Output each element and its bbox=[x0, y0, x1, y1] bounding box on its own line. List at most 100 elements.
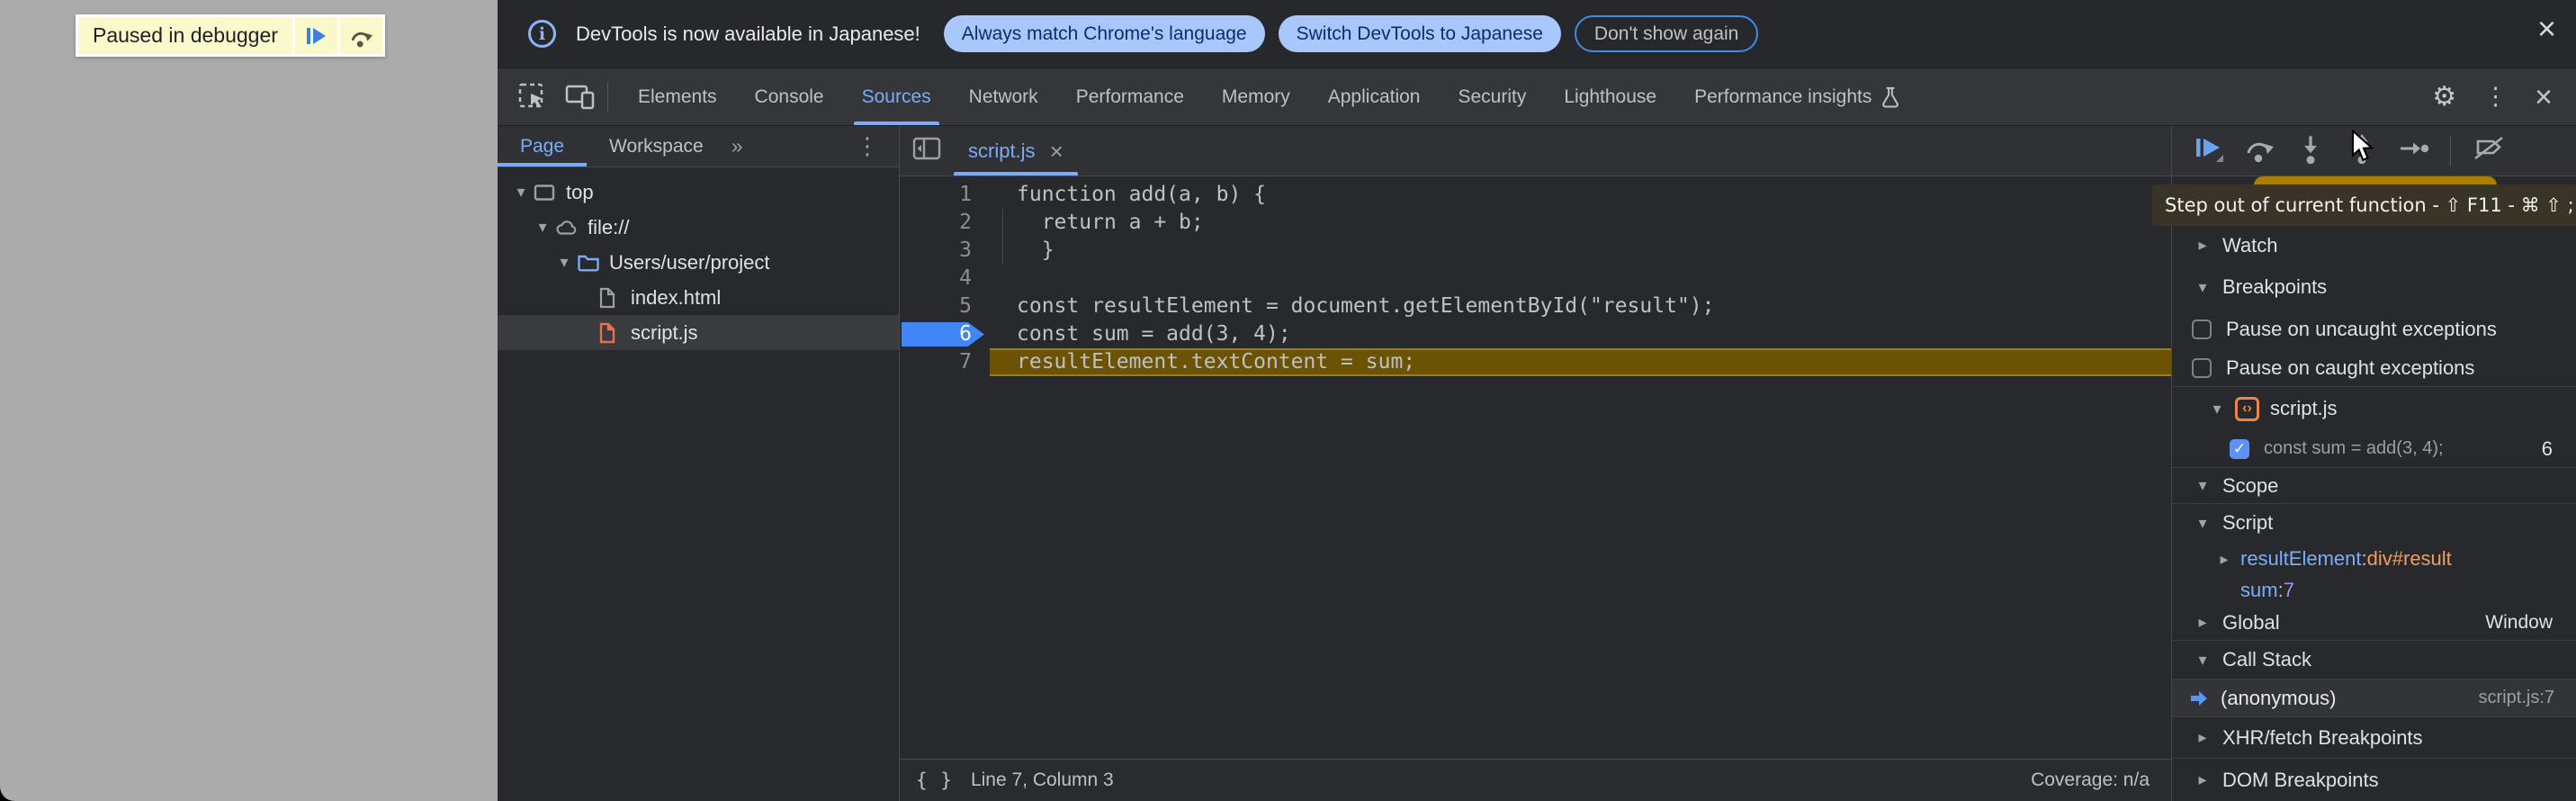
scope-section-header[interactable]: ▾ Scope bbox=[2172, 468, 2576, 504]
collapsed-arrow-icon[interactable]: ▸ bbox=[2194, 613, 2212, 632]
breakpoints-section-header[interactable]: ▾ Breakpoints bbox=[2172, 266, 2576, 309]
line-number-gutter[interactable]: 6 bbox=[900, 320, 990, 348]
line-number-gutter[interactable]: 2 bbox=[900, 209, 990, 237]
toggle-device-toolbar-button[interactable] bbox=[564, 83, 597, 112]
code-line[interactable]: 7 resultElement.textContent = sum; bbox=[900, 348, 2171, 376]
code-text: resultElement.textContent = sum; bbox=[990, 348, 1415, 376]
infobar-button[interactable]: Switch DevTools to Japanese bbox=[1279, 15, 1561, 52]
expanded-arrow-icon[interactable]: ▾ bbox=[2194, 278, 2212, 297]
more-tabs-chevron-icon[interactable]: » bbox=[732, 134, 743, 158]
pause-caught-exceptions-row[interactable]: Pause on caught exceptions bbox=[2172, 349, 2576, 387]
tree-expander-icon[interactable]: ▾ bbox=[510, 183, 532, 202]
scope-global-row[interactable]: ▸ Global Window bbox=[2172, 605, 2576, 641]
line-number-gutter[interactable]: 3 bbox=[900, 237, 990, 265]
resume-script-button[interactable] bbox=[2192, 132, 2224, 170]
pause-uncaught-checkbox[interactable] bbox=[2192, 320, 2212, 339]
infobar-button[interactable]: Always match Chrome's language bbox=[944, 15, 1265, 52]
collapsed-arrow-icon[interactable]: ▸ bbox=[2194, 728, 2212, 747]
expanded-arrow-icon[interactable]: ▾ bbox=[2194, 514, 2212, 533]
step-into-button[interactable] bbox=[2294, 132, 2327, 170]
devtools-main-toolbar: Elements Console Sources bbox=[498, 68, 2576, 126]
breakpoint-checkbox[interactable]: ✓ bbox=[2230, 439, 2249, 459]
paused-banner-label: Paused in debugger bbox=[78, 23, 292, 48]
line-number-gutter[interactable]: 1 bbox=[900, 181, 990, 209]
devtools-tab[interactable]: Lighthouse bbox=[1545, 68, 1675, 125]
collapsed-arrow-icon[interactable]: ▸ bbox=[2194, 770, 2212, 789]
inspect-element-button[interactable] bbox=[517, 82, 548, 112]
scope-variable-sum[interactable]: sum: 7 bbox=[2172, 576, 2576, 605]
paused-banner-text-cell: Paused in debugger bbox=[78, 17, 292, 54]
xhr-breakpoints-section-header[interactable]: ▸ XHR/fetch Breakpoints bbox=[2172, 717, 2576, 759]
file-tree-row[interactable]: ▾ bbox=[498, 175, 899, 210]
devtools-tab[interactable]: Console bbox=[736, 68, 843, 125]
banner-resume-button[interactable] bbox=[295, 17, 337, 54]
file-tree-label: script.js bbox=[631, 321, 698, 345]
code-text: return a + b; bbox=[990, 209, 1204, 237]
editor-tabbar: script.js × bbox=[900, 126, 2171, 176]
tab-close-icon[interactable]: × bbox=[1050, 140, 1064, 163]
pause-uncaught-exceptions-row[interactable]: Pause on uncaught exceptions bbox=[2172, 309, 2576, 349]
code-lines: 1 function add(a, b) { 2 return a + b; 3… bbox=[900, 181, 2171, 376]
devtools-tab[interactable]: Performance insights bbox=[1675, 68, 1919, 125]
deactivate-breakpoints-button[interactable] bbox=[2472, 133, 2506, 169]
global-scope-value: Window bbox=[2485, 612, 2576, 634]
settings-gear-icon[interactable]: ⚙ bbox=[2432, 84, 2456, 111]
devtools-tab[interactable]: Network bbox=[950, 68, 1057, 125]
devtools-tab[interactable]: Application bbox=[1309, 68, 1440, 125]
inspect-cursor-icon bbox=[517, 82, 548, 112]
code-line[interactable]: 4 bbox=[900, 265, 2171, 292]
dom-breakpoints-section-header[interactable]: ▸ DOM Breakpoints bbox=[2172, 759, 2576, 801]
code-line[interactable]: 6 const sum = add(3, 4); bbox=[900, 320, 2171, 348]
line-number-gutter[interactable]: 7 bbox=[900, 348, 990, 376]
breakpoint-entry-row[interactable]: ✓ const sum = add(3, 4); 6 bbox=[2172, 430, 2576, 468]
collapsed-arrow-icon[interactable]: ▸ bbox=[2194, 236, 2212, 255]
devtools-close-icon[interactable]: × bbox=[2535, 82, 2553, 112]
devtools-tab[interactable]: Memory bbox=[1203, 68, 1309, 125]
scope-script-row[interactable]: ▾ Script bbox=[2172, 504, 2576, 542]
expanded-arrow-icon[interactable]: ▾ bbox=[2208, 400, 2226, 418]
step-over-button[interactable] bbox=[2243, 132, 2275, 170]
code-line[interactable]: 5 const resultElement = document.getElem… bbox=[900, 292, 2171, 320]
line-number-gutter[interactable]: 4 bbox=[900, 265, 990, 292]
pretty-print-icon[interactable]: { } bbox=[916, 770, 953, 791]
code-line[interactable]: 3 } bbox=[900, 237, 2171, 265]
watch-section-header[interactable]: ▸ Watch bbox=[2172, 225, 2576, 266]
devtools-body: Page Workspace » ⋮ ▾ bbox=[498, 126, 2576, 801]
devtools-tab[interactable]: Sources bbox=[843, 68, 950, 125]
devtools-tab[interactable]: Performance bbox=[1057, 68, 1203, 125]
call-stack-section-header[interactable]: ▾ Call Stack bbox=[2172, 641, 2576, 680]
expanded-arrow-icon[interactable]: ▾ bbox=[2194, 476, 2212, 495]
file-tree-row[interactable]: ▾ bbox=[498, 210, 899, 245]
collapsed-arrow-icon[interactable]: ▸ bbox=[2215, 550, 2233, 569]
devtools-tab[interactable]: Elements bbox=[619, 68, 736, 125]
line-number-gutter[interactable]: 5 bbox=[900, 292, 990, 320]
pause-caught-checkbox[interactable] bbox=[2192, 358, 2212, 378]
call-stack-frame-row[interactable]: (anonymous) script.js:7 bbox=[2172, 680, 2576, 717]
code-line[interactable]: 1 function add(a, b) { bbox=[900, 181, 2171, 209]
expanded-arrow-icon[interactable]: ▾ bbox=[2194, 651, 2212, 670]
tree-expander-icon[interactable]: ▾ bbox=[553, 253, 575, 272]
breakpoint-file-group[interactable]: ▾ ‹› script.js bbox=[2172, 387, 2576, 430]
collapse-navigator-button[interactable] bbox=[912, 136, 941, 166]
navigator-tab-page[interactable]: Page bbox=[498, 126, 587, 166]
file-tree-row[interactable]: index.html bbox=[498, 280, 899, 315]
dimmed-page-overlay: Paused in debugger bbox=[0, 0, 498, 801]
scope-variable-resultelement[interactable]: ▸ resultElement: div#result bbox=[2172, 542, 2576, 576]
file-tree-row[interactable]: script.js bbox=[498, 315, 899, 350]
infobar-button[interactable]: Don't show again bbox=[1575, 15, 1758, 52]
file-tree-row[interactable]: ▾ bbox=[498, 245, 899, 280]
code-editor[interactable]: 1 function add(a, b) { 2 return a + b; 3… bbox=[900, 176, 2171, 759]
code-line[interactable]: 2 return a + b; bbox=[900, 209, 2171, 237]
tree-expander-icon[interactable]: ▾ bbox=[532, 218, 553, 237]
step-button[interactable] bbox=[2397, 132, 2429, 170]
banner-step-over-button[interactable] bbox=[340, 17, 382, 54]
infobar-close-icon[interactable]: × bbox=[2537, 13, 2556, 45]
navigator-menu-dots-icon[interactable]: ⋮ bbox=[856, 133, 899, 160]
code-text: function add(a, b) { bbox=[990, 181, 1266, 209]
devtools-tab[interactable]: Security bbox=[1439, 68, 1545, 125]
more-options-icon[interactable]: ⋮ bbox=[2483, 85, 2508, 109]
navigator-tab-workspace[interactable]: Workspace bbox=[587, 126, 726, 166]
editor-tab-scriptjs[interactable]: script.js × bbox=[954, 126, 1078, 176]
info-icon: i bbox=[528, 20, 556, 48]
step-over-icon bbox=[2243, 132, 2275, 165]
